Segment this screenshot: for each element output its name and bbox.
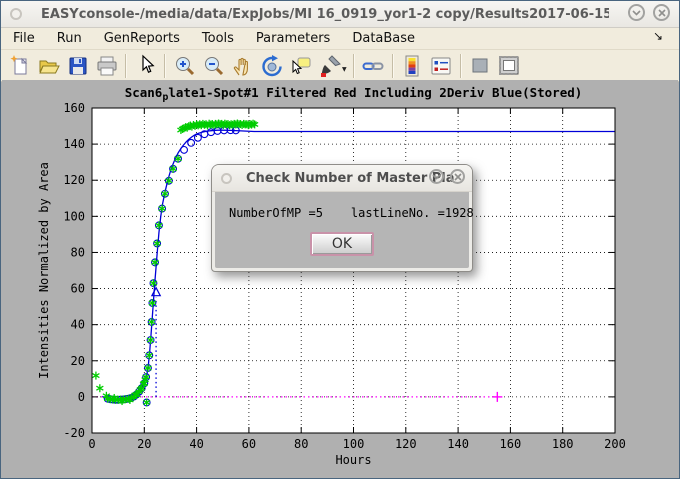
insert-colorbar-button[interactable] — [399, 53, 426, 79]
lastlineno-value: lastLineNo. =1928 — [351, 206, 474, 220]
menu-item-tools[interactable]: Tools — [191, 30, 245, 47]
menu-item-run[interactable]: Run — [46, 30, 93, 47]
close-icon — [454, 173, 462, 181]
numberofmp-value: NumberOfMP =5 — [229, 206, 323, 220]
figure-toolbar: ▼ — [1, 50, 679, 82]
close-button[interactable] — [653, 4, 670, 21]
insert-legend-button[interactable] — [428, 53, 455, 79]
y-tick-label: -20 — [63, 426, 85, 440]
toolbar-separator — [392, 54, 394, 78]
x-tick-label: 40 — [189, 437, 203, 451]
zoom-out-icon — [202, 54, 226, 78]
show-plot-tools-icon — [497, 54, 521, 78]
close-icon — [658, 9, 666, 17]
x-tick-label: 200 — [604, 437, 626, 451]
hide-plot-tools-button[interactable] — [467, 53, 494, 79]
dialog-close-button[interactable] — [450, 169, 465, 184]
link-plot-button[interactable] — [360, 53, 387, 79]
minimize-button[interactable] — [628, 4, 645, 21]
x-tick-label: 120 — [395, 437, 417, 451]
y-tick-label: 0 — [78, 390, 85, 404]
hide-plot-tools-icon — [468, 54, 492, 78]
print-button[interactable] — [93, 53, 120, 79]
zoom-in-icon — [173, 54, 197, 78]
rotate-3d-button[interactable] — [258, 53, 285, 79]
save-icon — [66, 54, 90, 78]
x-tick-label: 100 — [343, 437, 365, 451]
y-tick-label: 160 — [63, 101, 85, 115]
rotate-3d-icon — [260, 54, 284, 78]
x-tick-label: 160 — [500, 437, 522, 451]
chevron-down-icon — [432, 174, 441, 180]
dialog-title-bar[interactable]: Check Number of Master Pla — [212, 165, 472, 192]
insert-colorbar-icon — [400, 54, 424, 78]
x-axis-label: Hours — [335, 453, 371, 467]
chevron-down-icon — [632, 10, 641, 16]
pan-hand-icon — [231, 54, 255, 78]
menu-item-file[interactable]: File — [1, 30, 46, 47]
plot-area[interactable]: 020406080100120140160180200-200204060801… — [2, 80, 680, 478]
toolbar-separator — [353, 54, 355, 78]
show-plot-tools-button[interactable] — [496, 53, 523, 79]
data-cursor-icon — [289, 54, 313, 78]
dialog-window-menu-icon[interactable] — [221, 173, 232, 184]
brush-icon — [318, 54, 342, 78]
zoom-in-button[interactable] — [171, 53, 198, 79]
figure-area: 020406080100120140160180200-200204060801… — [2, 80, 678, 477]
toolbar-separator — [460, 54, 462, 78]
x-tick-label: 20 — [137, 437, 151, 451]
y-tick-label: 100 — [63, 209, 85, 223]
dialog-minimize-button[interactable] — [429, 169, 444, 184]
new-file-button[interactable] — [6, 53, 33, 79]
y-tick-label: 80 — [71, 245, 85, 259]
menu-item-parameters[interactable]: Parameters — [245, 30, 341, 47]
y-tick-label: 20 — [71, 354, 85, 368]
menu-item-database[interactable]: DataBase — [341, 30, 426, 47]
x-tick-label: 0 — [88, 437, 95, 451]
zoom-out-button[interactable] — [200, 53, 227, 79]
x-tick-label: 60 — [242, 437, 256, 451]
brush-dropdown-icon[interactable]: ▼ — [342, 66, 347, 73]
open-file-button[interactable] — [35, 53, 62, 79]
window-title: EASYconsole-/media/data/ExpJobs/MI 16_09… — [41, 7, 609, 22]
edit-cursor-button[interactable] — [132, 53, 159, 79]
menu-item-genreports[interactable]: GenReports — [93, 30, 191, 47]
pan-hand-button[interactable] — [229, 53, 256, 79]
new-file-icon — [8, 54, 32, 78]
y-tick-label: 120 — [63, 173, 85, 187]
title-bar: EASYconsole-/media/data/ExpJobs/MI 16_09… — [1, 1, 679, 28]
plot-title: Scan6plate1-Spot#1 Filtered Red Includin… — [125, 85, 583, 103]
data-cursor-button[interactable] — [287, 53, 314, 79]
toolbar-separator — [125, 54, 127, 78]
y-tick-label: 40 — [71, 318, 85, 332]
edit-cursor-icon — [134, 54, 158, 78]
main-window: EASYconsole-/media/data/ExpJobs/MI 16_09… — [0, 0, 680, 479]
brush-button[interactable] — [316, 53, 343, 79]
window-menu-icon[interactable] — [10, 8, 22, 20]
toolbar-separator — [164, 54, 166, 78]
x-tick-label: 80 — [294, 437, 308, 451]
print-icon — [95, 54, 119, 78]
y-axis-label: Intensities Normalized by Area — [37, 162, 51, 379]
menu-overflow-arrow-icon[interactable]: ↘ — [653, 29, 663, 43]
check-master-plates-dialog: Check Number of Master Pla NumberOfMP =5… — [211, 164, 473, 272]
dialog-body: NumberOfMP =5 lastLineNo. =1928 OK — [215, 192, 469, 268]
link-plot-icon — [361, 54, 385, 78]
x-tick-label: 180 — [552, 437, 574, 451]
menu-bar: FileRunGenReportsToolsParametersDataBase… — [1, 28, 679, 50]
insert-legend-icon — [429, 54, 453, 78]
save-button[interactable] — [64, 53, 91, 79]
x-tick-label: 140 — [447, 437, 469, 451]
open-file-icon — [37, 54, 61, 78]
y-tick-label: 140 — [63, 137, 85, 151]
y-tick-label: 60 — [71, 282, 85, 296]
ok-button[interactable]: OK — [310, 232, 374, 256]
